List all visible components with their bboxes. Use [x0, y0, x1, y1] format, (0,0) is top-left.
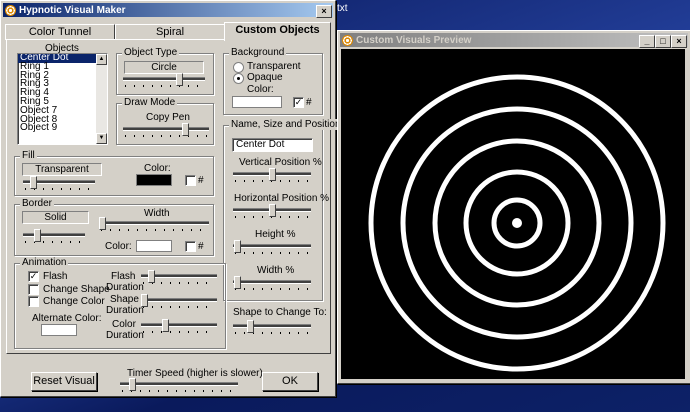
alternate-color-label: Alternate Color: — [32, 313, 102, 324]
maximize-icon[interactable]: □ — [655, 35, 671, 48]
tab-custom-objects[interactable]: Custom Objects — [224, 22, 331, 41]
main-title-bar[interactable]: Hypnotic Visual Maker × — [3, 3, 333, 18]
horizontal-position-label: Horizontal Position % — [234, 193, 330, 204]
reset-visual-button[interactable]: Reset Visual — [31, 372, 97, 391]
close-icon[interactable]: × — [316, 5, 332, 18]
alternate-color-swatch[interactable] — [41, 324, 77, 336]
color-duration-label-1: Color — [112, 319, 136, 330]
change-color-checkbox[interactable] — [28, 296, 39, 307]
list-item[interactable]: Object 9 — [18, 123, 107, 133]
border-hash-checkbox[interactable] — [185, 241, 196, 252]
border-style-slider[interactable] — [23, 229, 85, 243]
opaque-radio[interactable] — [233, 73, 244, 84]
scroll-up-icon[interactable]: ▲ — [96, 54, 107, 65]
fill-label: Fill — [20, 150, 37, 161]
preview-window-title: Custom Visuals Preview — [356, 34, 472, 46]
app-hypno-icon — [5, 4, 16, 16]
animation-label: Animation — [20, 257, 69, 268]
fill-hash-label: # — [198, 175, 204, 186]
background-hash-checkbox[interactable]: ✓ — [293, 97, 304, 108]
preview-app-icon — [342, 34, 353, 46]
draw-mode-label: Draw Mode — [122, 97, 178, 108]
border-color-label: Color: — [105, 241, 132, 252]
shape-to-change-slider[interactable] — [233, 320, 311, 334]
background-hash-label: # — [306, 97, 312, 108]
timer-speed-slider[interactable] — [120, 378, 238, 392]
flash-checkbox-label: Flash — [43, 271, 68, 282]
shape-duration-slider[interactable] — [141, 294, 217, 308]
flash-duration-label-2: Duration — [106, 282, 144, 293]
border-hash-label: # — [198, 241, 204, 252]
horizontal-position-slider[interactable] — [233, 204, 311, 218]
desktop-text-fragment: txt — [337, 3, 348, 14]
main-window-title: Hypnotic Visual Maker — [19, 4, 126, 16]
tab-color-tunnel[interactable]: Color Tunnel — [5, 24, 115, 40]
height-slider[interactable] — [233, 240, 311, 254]
color-duration-label-2: Duration — [106, 330, 144, 341]
minimize-icon[interactable]: _ — [639, 35, 655, 48]
objects-listbox[interactable]: Center Dot Ring 1 Ring 2 Ring 3 Ring 4 Ring 5… — [17, 53, 108, 145]
name-size-position-label: Name, Size and Position — [229, 119, 343, 130]
border-label: Border — [20, 198, 55, 209]
flash-checkbox[interactable]: ✓ — [28, 271, 39, 282]
object-type-label: Object Type — [122, 47, 180, 58]
fill-hash-checkbox[interactable] — [185, 175, 196, 186]
color-duration-slider[interactable] — [141, 319, 217, 333]
width-pct-slider[interactable] — [233, 276, 311, 290]
main-window: Hypnotic Visual Maker × Color Tunnel Spi… — [0, 0, 343, 397]
flash-duration-slider[interactable] — [141, 270, 217, 284]
border-width-slider[interactable] — [99, 217, 209, 231]
vertical-position-slider[interactable] — [233, 168, 311, 182]
center-dot — [512, 218, 522, 228]
draw-mode-slider[interactable] — [123, 123, 209, 137]
width-pct-label: Width % — [257, 265, 295, 276]
change-shape-checkbox[interactable] — [28, 284, 39, 295]
objects-scrollbar[interactable]: ▲ ▼ — [96, 54, 107, 144]
transparent-radio[interactable] — [233, 62, 244, 73]
background-color-label: Color: — [247, 84, 274, 95]
preview-title-bar[interactable]: Custom Visuals Preview _ □ × — [340, 33, 688, 48]
transparent-radio-label: Transparent — [247, 61, 301, 72]
flash-duration-label-1: Flash — [111, 271, 136, 282]
scroll-down-icon[interactable]: ▼ — [96, 133, 107, 144]
border-color-swatch[interactable] — [136, 240, 172, 252]
object-name-field[interactable]: Center Dot — [232, 138, 313, 152]
fill-style-select[interactable]: Transparent — [22, 163, 102, 176]
border-style-select[interactable]: Solid — [22, 211, 89, 224]
close-icon[interactable]: × — [671, 35, 687, 48]
background-color-swatch[interactable] — [232, 96, 282, 108]
shape-to-change-label: Shape to Change To: — [233, 307, 327, 318]
vertical-position-label: Vertical Position % — [239, 157, 322, 168]
fill-color-label: Color: — [144, 163, 171, 174]
fill-style-slider[interactable] — [23, 176, 95, 190]
tab-spiral[interactable]: Spiral — [115, 24, 225, 40]
opaque-radio-label: Opaque — [247, 72, 283, 83]
draw-mode-value: Copy Pen — [146, 112, 190, 123]
shape-duration-label-2: Duration — [106, 305, 144, 316]
change-color-checkbox-label: Change Color — [43, 296, 105, 307]
change-shape-checkbox-label: Change Shape — [43, 284, 110, 295]
ok-button[interactable]: OK — [262, 372, 318, 391]
fill-color-swatch[interactable] — [136, 174, 172, 186]
preview-canvas — [341, 49, 685, 379]
shape-duration-label-1: Shape — [110, 294, 139, 305]
background-label: Background — [229, 47, 287, 58]
height-label: Height % — [255, 229, 296, 240]
preview-background — [341, 49, 685, 379]
object-type-slider[interactable] — [123, 73, 205, 87]
